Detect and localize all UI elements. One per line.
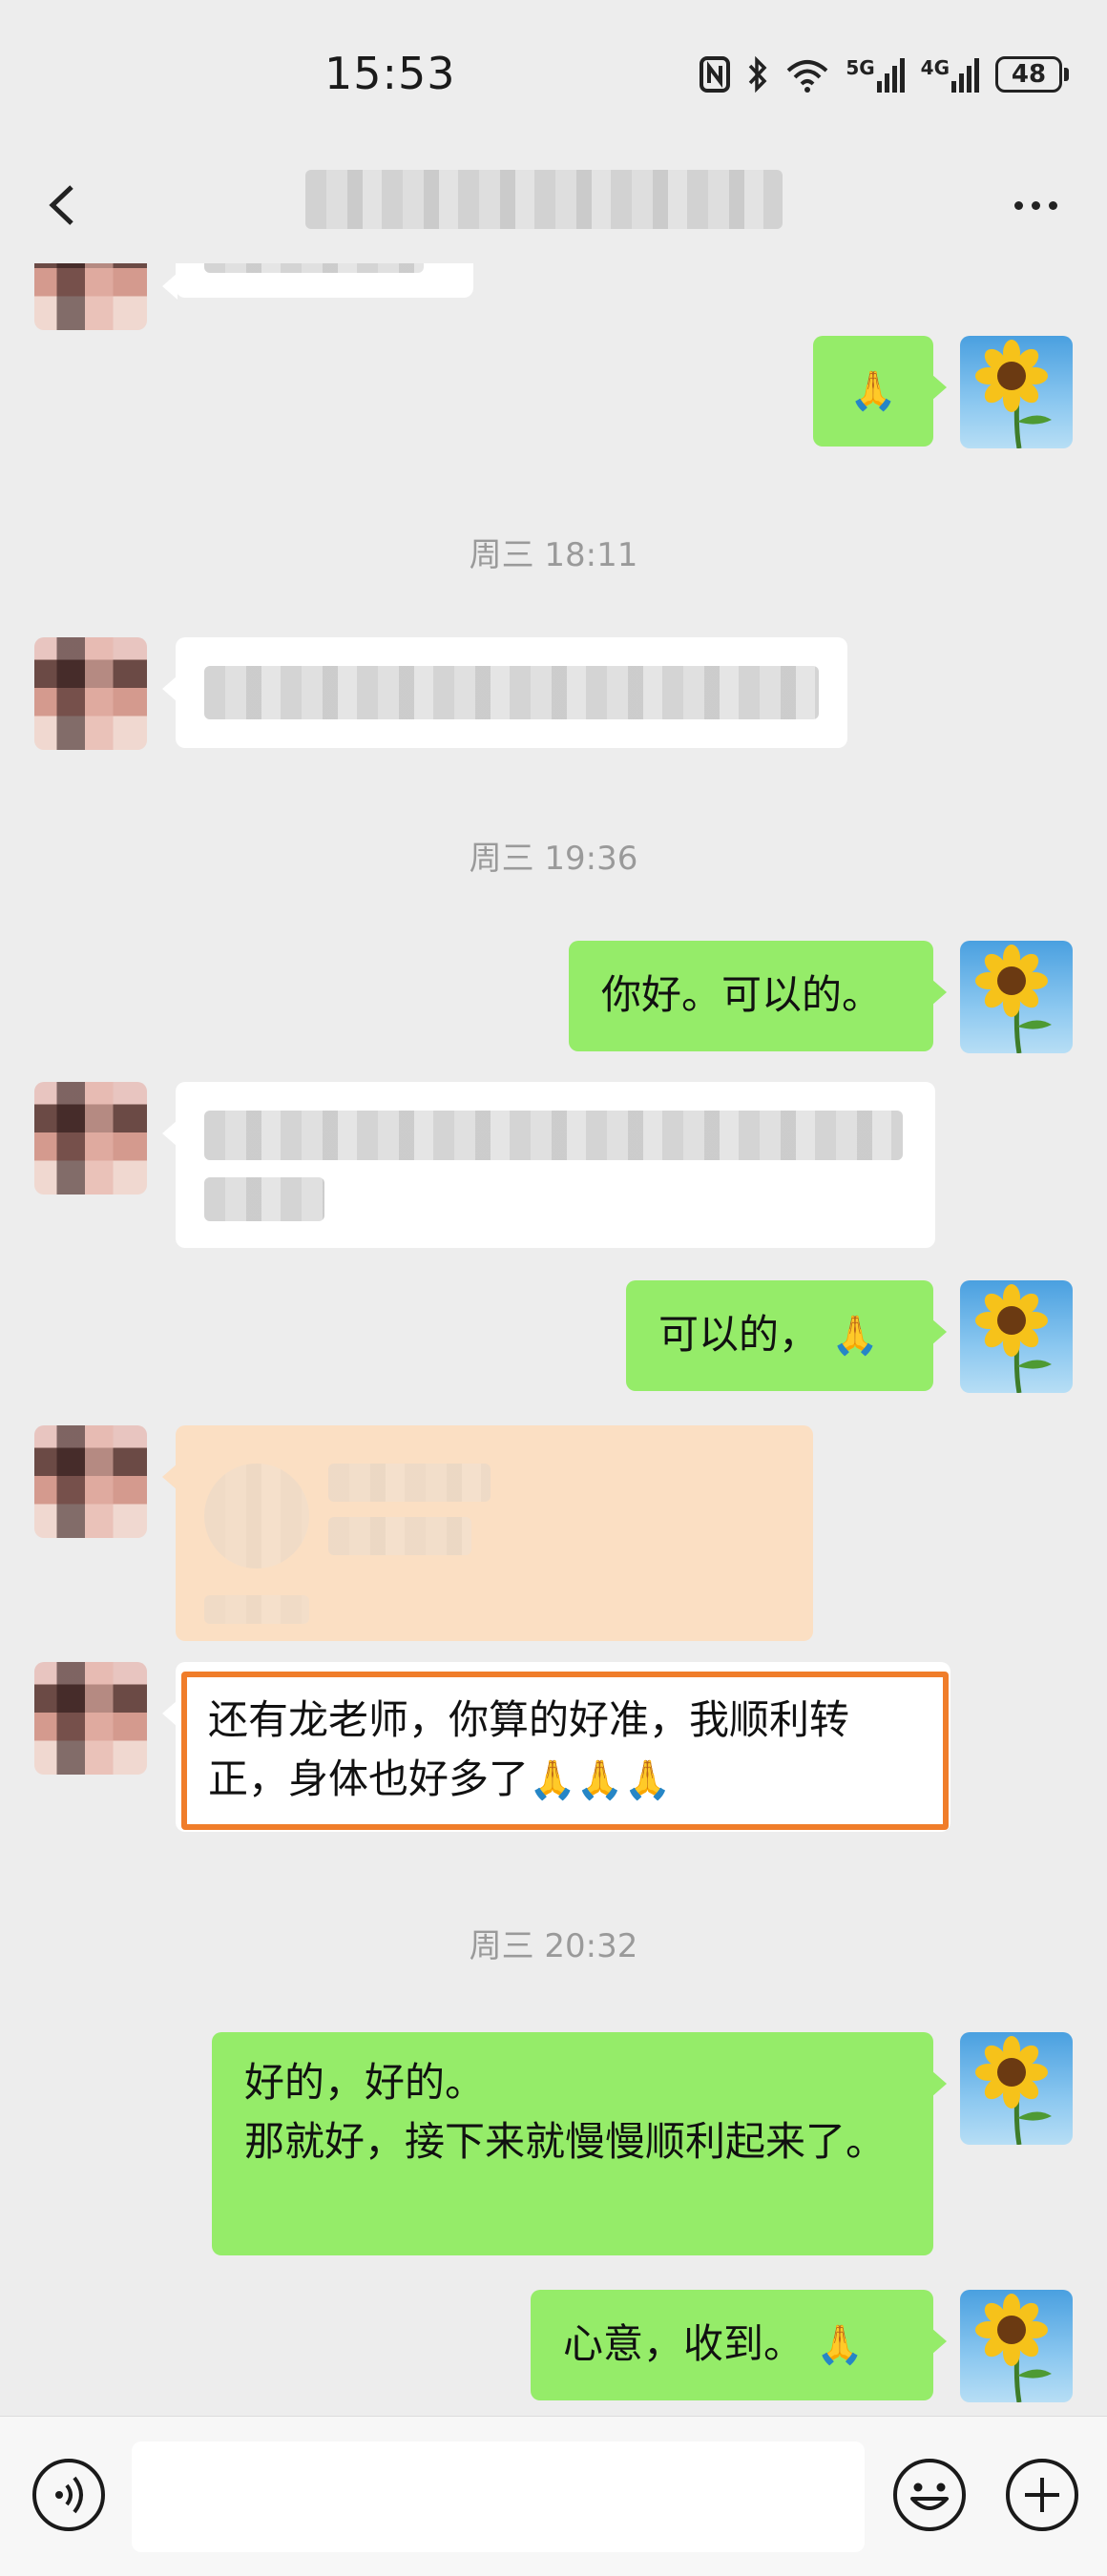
signal-5g: 5G: [846, 56, 905, 93]
network-4g-label: 4G: [920, 56, 950, 79]
my-avatar[interactable]: [960, 941, 1073, 1053]
plus-button[interactable]: [1004, 2457, 1080, 2537]
redacted-text: [204, 263, 424, 273]
plus-icon: [1006, 2459, 1078, 2531]
shared-card-redacted[interactable]: [162, 1425, 813, 1641]
message-text-line: 好的，好的。: [244, 2059, 486, 2106]
nfc-icon: [700, 56, 731, 93]
emoji-button[interactable]: [891, 2457, 968, 2537]
signal-bars-icon: [876, 58, 905, 93]
bluetooth-icon: [749, 55, 767, 93]
redacted-text: [204, 1111, 903, 1160]
my-avatar[interactable]: [960, 2290, 1073, 2402]
more-dots-icon: [1013, 200, 1023, 210]
timestamp: 周三 19:36: [469, 840, 638, 878]
timestamp: 周三 18:11: [469, 536, 638, 574]
sunflower-icon: [975, 2036, 1052, 2145]
my-message-bubble[interactable]: 你好。可以的。: [569, 941, 947, 1051]
voice-button[interactable]: [31, 2457, 107, 2537]
message-input[interactable]: [132, 2441, 865, 2552]
battery-level: 48: [995, 56, 1062, 93]
contact-avatar[interactable]: [34, 1082, 147, 1195]
message-text: 心意，收到。: [563, 2320, 804, 2367]
message-text: 你好。可以的。: [601, 971, 883, 1018]
my-message-bubble[interactable]: 心意，收到。 🙏: [531, 2290, 947, 2400]
message-bubble-redacted[interactable]: [162, 637, 847, 748]
contact-avatar[interactable]: [34, 263, 147, 330]
back-button[interactable]: [29, 172, 95, 239]
contact-avatar[interactable]: [34, 1662, 147, 1775]
more-dots-icon: [1048, 200, 1057, 210]
sunflower-icon: [975, 945, 1052, 1053]
contact-avatar[interactable]: [34, 637, 147, 750]
battery-indicator: 48: [995, 56, 1069, 93]
sunflower-icon: [975, 2294, 1052, 2402]
wifi-icon: [786, 60, 828, 93]
message-bubble-redacted[interactable]: [162, 1082, 935, 1248]
my-message-bubble[interactable]: 好的，好的。 那就好，接下来就慢慢顺利起来了。: [212, 2032, 947, 2255]
my-message-bubble[interactable]: 🙏: [813, 336, 947, 447]
input-bar: [0, 2416, 1107, 2576]
redacted-text: [328, 1464, 491, 1502]
sunflower-icon: [975, 340, 1052, 448]
more-button[interactable]: [1002, 181, 1069, 229]
redacted-text: [328, 1517, 471, 1555]
redacted-text: [204, 666, 819, 719]
signal-bars-icon: [951, 58, 979, 93]
status-icons: 5G 4G 48: [699, 53, 1069, 95]
chat-title-redacted: [305, 170, 783, 229]
signal-4g: 4G: [921, 56, 980, 93]
timestamp: 周三 20:32: [469, 1927, 638, 1965]
message-list[interactable]: 🙏 周三 18:11 周三 19:36 你好。可以的。 可以的， 🙏 还有龙老师…: [0, 263, 1107, 2416]
status-time: 15:53: [324, 48, 456, 99]
pray-emoji: 🙏: [831, 1314, 880, 1358]
battery-tip: [1064, 68, 1069, 81]
message-text-line: 那就好，接下来就慢慢顺利起来了。: [244, 2118, 887, 2165]
my-avatar[interactable]: [960, 2032, 1073, 2145]
status-bar: 15:53 5G 4G 48: [0, 0, 1107, 143]
chat-header: [0, 143, 1107, 263]
sunflower-icon: [975, 1284, 1052, 1393]
highlight-annotation: [181, 1672, 949, 1830]
my-avatar[interactable]: [960, 336, 1073, 448]
redacted-text: [204, 1595, 309, 1624]
contact-avatar[interactable]: [34, 1425, 147, 1538]
voice-icon: [32, 2459, 105, 2531]
message-bubble-redacted[interactable]: [162, 263, 473, 300]
chevron-left-icon: [49, 185, 73, 225]
pray-emoji: 🙏: [816, 2323, 865, 2367]
my-message-bubble[interactable]: 可以的， 🙏: [626, 1280, 947, 1391]
message-text: 可以的，: [658, 1311, 820, 1358]
network-5g-label: 5G: [846, 56, 875, 79]
pray-emoji: 🙏: [849, 369, 897, 413]
emoji-icon: [893, 2459, 966, 2531]
card-thumbnail: [204, 1464, 309, 1568]
more-dots-icon: [1031, 200, 1040, 210]
redacted-text: [204, 1177, 324, 1221]
my-avatar[interactable]: [960, 1280, 1073, 1393]
